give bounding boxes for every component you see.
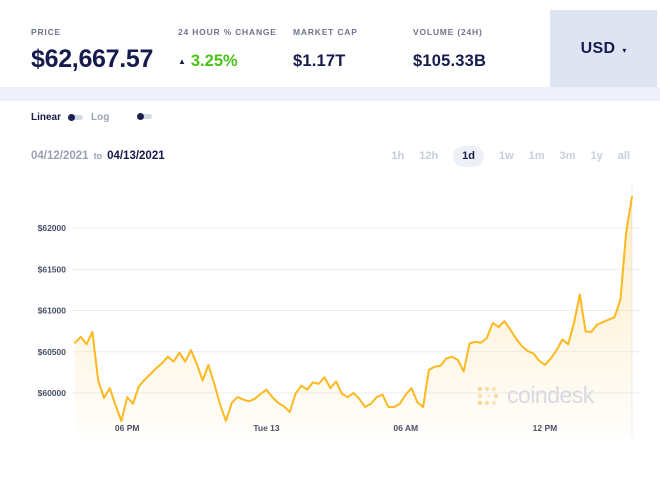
y-tick-label: $62000 <box>38 223 67 233</box>
y-tick-label: $60000 <box>38 388 67 398</box>
coindesk-price-widget: PRICE $62,667.57 24 HOUR % CHANGE ▲ 3.25… <box>0 0 660 490</box>
y-tick-label: $60500 <box>38 347 67 357</box>
y-tick-label: $61500 <box>38 264 67 274</box>
price-chart-canvas[interactable]: $62000$61500$61000$60500$6000006 PMTue 1… <box>0 0 660 490</box>
price-area <box>75 197 632 436</box>
y-tick-label: $61000 <box>38 306 67 316</box>
